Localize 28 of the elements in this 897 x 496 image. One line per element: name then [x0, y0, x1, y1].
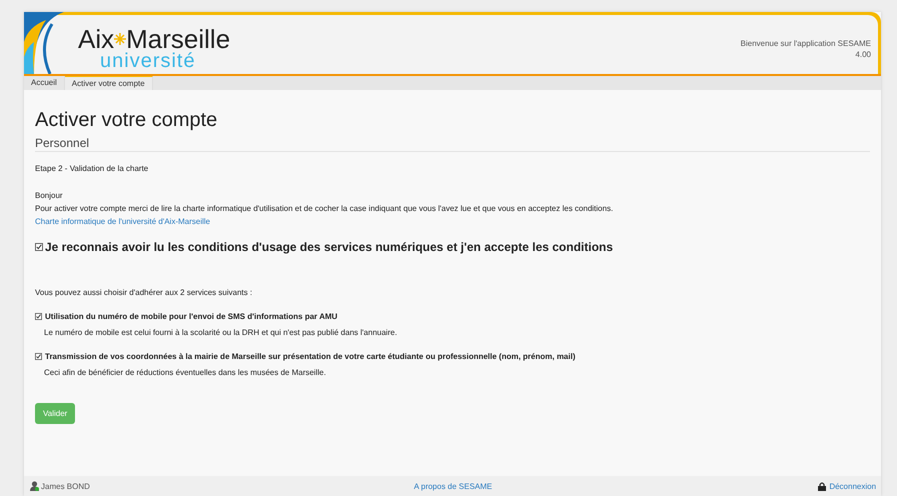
step-text: Etape 2 - Validation de la charte — [35, 163, 150, 175]
version-text: 4.00 — [854, 49, 871, 60]
logo-text: Aix — [78, 26, 114, 52]
checkbox-label: Utilisation du numéro de mobile pour l'envoi de SMS d'informations par AMU — [45, 312, 338, 321]
user-name: James BOND — [41, 482, 90, 490]
checkbox[interactable] — [35, 353, 42, 360]
user-icon — [30, 481, 39, 491]
checkbox[interactable] — [35, 243, 43, 251]
greeting-text: Bonjour — [35, 190, 64, 202]
checkbox-label: Je reconnais avoir lu les conditions d'usage des services numériques et j'en accepte les conditions — [45, 240, 613, 254]
logout-link[interactable]: Déconnexion — [829, 482, 876, 490]
logo-text: Marseille — [126, 26, 230, 52]
service-note: Le numéro de mobile est celui fourni à la scolarité ou la DRH et qui n'est pas publié dans l'annuaire. — [44, 327, 398, 339]
charter-link[interactable]: Charte informatique de l'université d'Aix-Marseille — [35, 215, 210, 228]
star-icon — [114, 33, 126, 45]
submit-button[interactable]: Valider — [35, 403, 76, 424]
service-note: Ceci afin de bénéficier de réductions éventuelles dans les musées de Marseille. — [44, 367, 327, 379]
intro-text: Pour activer votre compte merci de lire la charte informatique d'utilisation et de cocher la case indiquant que vous l'avez lue et que vous en acceptez les conditions. — [35, 203, 614, 215]
checkbox-label: Transmission de vos coordonnées à la mairie de Marseille sur présentation de votre carte étudiante ou professionnelle (nom, prénom, mail) — [45, 352, 576, 361]
lock-icon — [818, 482, 826, 490]
about-link[interactable]: A propos de SESAME — [414, 482, 492, 490]
page-title: Activer votre compte — [35, 108, 218, 132]
nav-tab[interactable]: Activer votre compte — [64, 76, 153, 90]
page-subtitle: Personnel — [35, 136, 870, 152]
welcome-text: Bienvenue sur l'application SESAME — [740, 38, 871, 49]
services-intro: Vous pouvez aussi choisir d'adhérer aux 2 services suivants : — [35, 287, 254, 299]
checkbox[interactable] — [35, 313, 42, 320]
logo-subtitle: université — [100, 52, 197, 70]
